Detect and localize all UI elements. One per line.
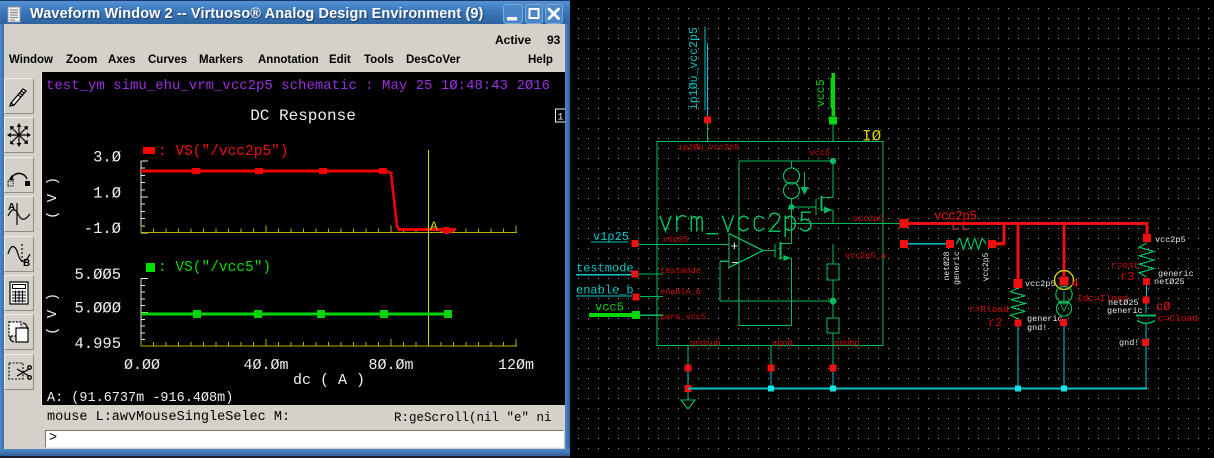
svg-text:gndbg: gndbg xyxy=(834,339,860,349)
svg-text:vcc5: vcc5 xyxy=(595,301,624,315)
svg-text:r3: r3 xyxy=(1120,270,1134,284)
svg-text:+: + xyxy=(731,239,739,254)
svg-text:vcc2p5: vcc2p5 xyxy=(982,252,991,281)
svg-text:generic: generic xyxy=(1107,306,1143,316)
svg-text:5.ØØØ: 5.ØØØ xyxy=(74,300,121,318)
svg-text:A: A xyxy=(430,219,438,234)
svg-text:para_vcc5: para_vcc5 xyxy=(660,312,706,322)
svg-text:netØ25: netØ25 xyxy=(1154,277,1185,287)
svg-text:gnd!: gnd! xyxy=(1027,323,1047,333)
svg-text:ip1Øu_vcc2p5: ip1Øu_vcc2p5 xyxy=(688,27,701,110)
svg-text:v1p25: v1p25 xyxy=(663,235,689,245)
svg-text:c=Cload: c=Cload xyxy=(1158,313,1198,324)
svg-text:A: A xyxy=(8,202,15,213)
svg-text:dc ( A ): dc ( A ) xyxy=(293,372,365,389)
svg-text:-1.Ø: -1.Ø xyxy=(84,220,121,238)
svg-text:enable_b: enable_b xyxy=(660,287,701,297)
svg-text:testmode: testmode xyxy=(660,266,701,276)
svg-text:( V ): ( V ) xyxy=(45,177,61,219)
svg-text:netØ28: netØ28 xyxy=(943,251,952,280)
svg-text:1: 1 xyxy=(557,113,563,124)
svg-text:gndsub: gndsub xyxy=(690,339,721,349)
svg-text:1.Ø: 1.Ø xyxy=(93,185,121,203)
svg-text:A: (91.6737m -916.4Ø8m): A: (91.6737m -916.4Ø8m) xyxy=(47,391,233,405)
svg-text:Ø.ØØ: Ø.ØØ xyxy=(124,357,160,374)
svg-text:vcc2p5_a: vcc2p5_a xyxy=(845,251,886,261)
svg-text:r2: r2 xyxy=(988,316,1002,330)
svg-text:8Ø.Øm: 8Ø.Øm xyxy=(368,357,413,374)
svg-text:vcc5: vcc5 xyxy=(815,79,828,107)
svg-text:−: − xyxy=(731,256,739,271)
svg-text:testmode: testmode xyxy=(576,262,634,276)
svg-text:B: B xyxy=(23,258,30,269)
svg-text:IØ: IØ xyxy=(862,128,882,146)
svg-text:agnd: agnd xyxy=(772,339,792,349)
svg-text:4.995: 4.995 xyxy=(74,335,121,353)
svg-text:vcc2p5: vcc2p5 xyxy=(853,214,884,224)
svg-text:generic: generic xyxy=(953,251,962,285)
svg-text:3.Ø: 3.Ø xyxy=(93,149,121,167)
svg-text:test_ym simu_ehu_vrm_vcc2p5 sc: test_ym simu_ehu_vrm_vcc2p5 schematic : … xyxy=(46,78,550,94)
svg-text:cØ: cØ xyxy=(1156,300,1170,314)
svg-text:r=Rload: r=Rload xyxy=(969,304,1009,315)
svg-text:vcc2p5: vcc2p5 xyxy=(1155,235,1186,245)
svg-text:vcc2p5: vcc2p5 xyxy=(1025,279,1056,289)
svg-text:vcc5: vcc5 xyxy=(810,148,830,158)
svg-text:( V ): ( V ) xyxy=(45,293,61,335)
svg-text:5.ØØ5: 5.ØØ5 xyxy=(74,266,121,284)
svg-text:12Øm: 12Øm xyxy=(498,357,534,374)
svg-text:4Ø.Øm: 4Ø.Øm xyxy=(243,357,288,374)
svg-text:gnd!: gnd! xyxy=(1119,338,1139,348)
svg-text:: VS("/vcc5"): : VS("/vcc5") xyxy=(158,260,271,276)
svg-text:vcc2p5: vcc2p5 xyxy=(934,210,977,224)
svg-text:DC Response: DC Response xyxy=(250,107,356,125)
svg-text:ip1Øu_vcc2p5: ip1Øu_vcc2p5 xyxy=(678,143,739,153)
svg-text:4: 4 xyxy=(1071,276,1079,291)
svg-text:: VS("/vcc2p5"): : VS("/vcc2p5") xyxy=(158,144,289,160)
